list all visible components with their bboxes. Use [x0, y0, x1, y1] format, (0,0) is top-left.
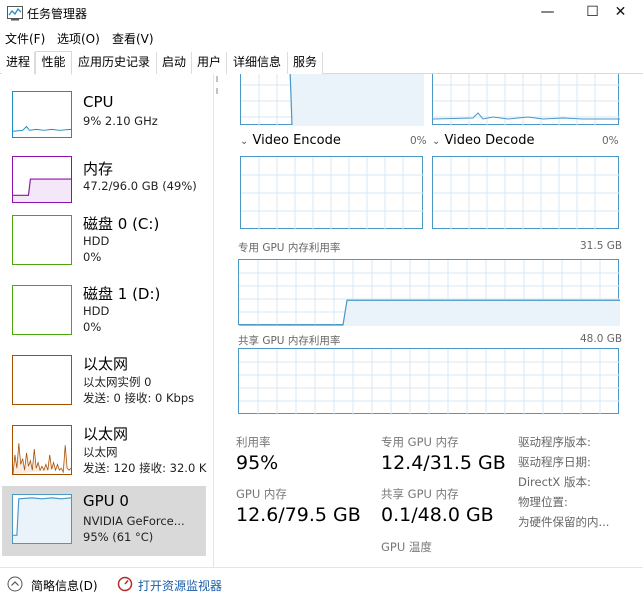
- utilization-value: 95%: [236, 452, 279, 474]
- dedicated-memory-plot: [239, 260, 620, 326]
- sidebar-sub: 以太网实例 0: [83, 375, 152, 389]
- video-encode-value: 0%: [410, 135, 427, 147]
- sidebar-sub: HDD: [83, 234, 110, 248]
- cpu-thumbnail: [12, 91, 72, 138]
- sidebar-item-disk-1[interactable]: 磁盘 1 (D:) HDD 0%: [2, 280, 206, 350]
- tab-bar: 进程 性能 应用历史记录 启动 用户 详细信息 服务: [0, 51, 643, 75]
- sidebar-title: 磁盘 1 (D:): [83, 285, 161, 303]
- fewer-details-link[interactable]: 简略信息(D): [31, 577, 98, 594]
- open-resource-monitor-link[interactable]: 打开资源监视器: [138, 577, 222, 594]
- shared-chart-label: 共享 GPU 内存利用率: [238, 335, 341, 347]
- sidebar-item-disk-0[interactable]: 磁盘 0 (C:) HDD 0%: [2, 210, 206, 280]
- video-decode-value: 0%: [602, 135, 619, 147]
- menu-options[interactable]: 选项(O): [57, 30, 100, 47]
- sidebar-sub: 47.2/96.0 GB (49%): [83, 179, 197, 193]
- tab-performance[interactable]: 性能: [35, 51, 72, 75]
- sidebar-title: 磁盘 0 (C:): [83, 215, 160, 233]
- tab-users[interactable]: 用户: [192, 52, 227, 74]
- shared-memory-value: 0.1/48.0 GB: [381, 504, 494, 526]
- shared-memory-plot: [239, 349, 620, 415]
- sidebar-sub: 0%: [83, 250, 102, 264]
- hardware-reserved-label: 为硬件保留的内...: [518, 515, 610, 529]
- sidebar-title: CPU: [83, 93, 114, 111]
- gpu-thumbnail: [12, 494, 72, 544]
- gpu-detail-pane: ⌄ Video Encode 0% ⌄ Video Decode 0% 专用 G…: [224, 74, 643, 567]
- video-encode-grid: [241, 157, 424, 230]
- sidebar-item-ethernet-1[interactable]: 以太网 以太网实例 0 发送: 0 接收: 0 Kbps: [2, 350, 206, 420]
- video-decode-graph: [432, 156, 620, 230]
- menu-file[interactable]: 文件(F): [5, 30, 45, 47]
- gpu-memory-value: 12.6/79.5 GB: [236, 504, 361, 526]
- engine-graph-1-plot: [241, 74, 424, 126]
- sidebar-item-ethernet-2[interactable]: 以太网 以太网 发送: 120 接收: 32.0 K: [2, 420, 206, 490]
- disk-1-thumbnail: [12, 285, 72, 335]
- dedicated-memory-label: 专用 GPU 内存: [381, 435, 459, 449]
- footer-bar: 简略信息(D) 打开资源监视器: [0, 567, 643, 601]
- window-title: 任务管理器: [27, 7, 88, 21]
- sidebar-title: GPU 0: [83, 492, 129, 510]
- sidebar-sub: 95% (61 °C): [83, 530, 154, 544]
- sidebar-sub: 0%: [83, 320, 102, 334]
- resource-monitor-icon: [117, 576, 133, 592]
- sidebar-title: 内存: [83, 160, 114, 178]
- engine-graph-1: [240, 74, 424, 126]
- gpu-memory-label: GPU 内存: [236, 487, 287, 501]
- video-encode-text: Video Encode: [252, 133, 341, 148]
- shared-chart-max: 48.0 GB: [580, 333, 623, 345]
- sidebar-item-gpu-0[interactable]: GPU 0 NVIDIA GeForce... 95% (61 °C): [2, 486, 206, 556]
- tab-details[interactable]: 详细信息: [227, 52, 288, 74]
- ethernet-1-thumbnail: [12, 355, 72, 405]
- video-encode-graph: [240, 156, 424, 230]
- resource-list: CPU 9% 2.10 GHz 内存 47.2/96.0 GB (49%) 磁盘…: [0, 74, 214, 567]
- sidebar-sub: NVIDIA GeForce...: [83, 514, 185, 528]
- sidebar-sub: 以太网: [83, 445, 118, 459]
- video-decode-text: Video Decode: [444, 133, 535, 148]
- sidebar-title: 以太网: [83, 425, 129, 443]
- sidebar-sub: 发送: 120 接收: 32.0 K: [83, 461, 207, 475]
- ethernet-2-thumbnail: [12, 425, 72, 475]
- tab-app-history[interactable]: 应用历史记录: [72, 52, 157, 74]
- disk-0-thumbnail: [12, 215, 72, 265]
- sidebar-sub: HDD: [83, 304, 110, 318]
- video-decode-label[interactable]: ⌄ Video Decode: [432, 133, 534, 148]
- task-manager-icon: [7, 6, 23, 21]
- video-encode-label[interactable]: ⌄ Video Encode: [240, 133, 341, 148]
- physical-location-label: 物理位置:: [518, 495, 568, 509]
- scrollbar[interactable]: [214, 74, 224, 567]
- shared-memory-label: 共享 GPU 内存: [381, 487, 459, 501]
- engine-graph-2-plot: [432, 74, 620, 126]
- memory-thumbnail: [12, 156, 72, 203]
- sidebar-item-cpu[interactable]: CPU 9% 2.10 GHz: [2, 87, 206, 157]
- dedicated-memory-graph: [238, 259, 620, 326]
- tab-startup[interactable]: 启动: [157, 52, 192, 74]
- video-decode-grid: [433, 157, 620, 230]
- chevron-up-icon[interactable]: [7, 576, 23, 592]
- driver-date-label: 驱动程序日期:: [518, 455, 591, 469]
- tab-processes[interactable]: 进程: [2, 52, 35, 74]
- gpu-temp-label: GPU 温度: [381, 540, 432, 554]
- minimize-button[interactable]: —: [525, 0, 570, 26]
- dedicated-memory-value: 12.4/31.5 GB: [381, 452, 506, 474]
- title-bar: 任务管理器 — ☐ ✕: [0, 0, 643, 26]
- shared-memory-graph: [238, 348, 620, 415]
- menu-view[interactable]: 查看(V): [112, 30, 154, 47]
- dedicated-chart-label: 专用 GPU 内存利用率: [238, 242, 341, 254]
- tab-services[interactable]: 服务: [288, 52, 323, 74]
- driver-version-label: 驱动程序版本:: [518, 435, 591, 449]
- directx-version-label: DirectX 版本:: [518, 475, 591, 489]
- sidebar-title: 以太网: [83, 355, 129, 373]
- dedicated-chart-max: 31.5 GB: [580, 240, 623, 252]
- utilization-label: 利用率: [236, 435, 271, 449]
- sidebar-sub: 9% 2.10 GHz: [83, 114, 158, 128]
- sidebar-sub: 发送: 0 接收: 0 Kbps: [83, 391, 195, 405]
- engine-graph-2: [432, 74, 620, 126]
- close-button[interactable]: ✕: [598, 0, 643, 26]
